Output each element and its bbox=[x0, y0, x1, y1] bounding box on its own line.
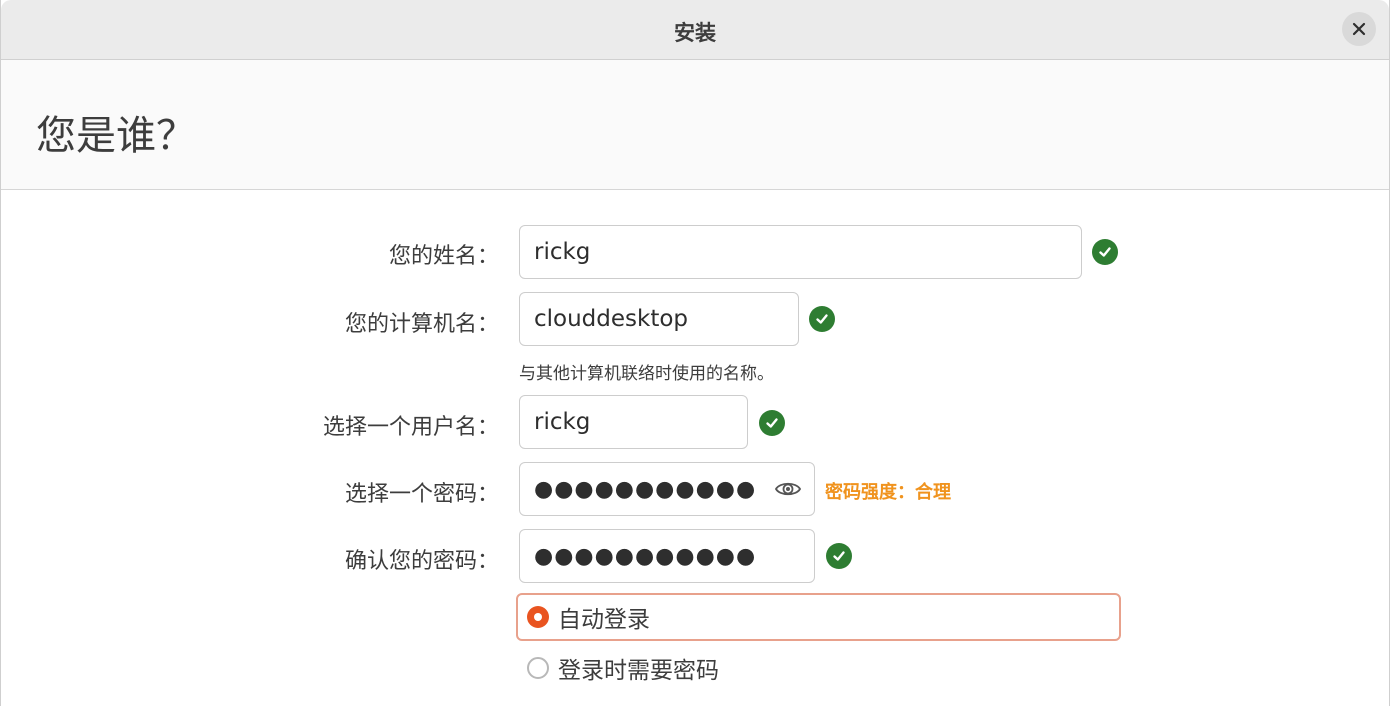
username-value: rickg bbox=[534, 409, 591, 435]
require-password-label: 登录时需要密码 bbox=[558, 658, 719, 684]
title-bar: 安装 bbox=[1, 0, 1389, 60]
auto-login-option[interactable]: 自动登录 bbox=[516, 593, 1121, 641]
eye-icon[interactable] bbox=[774, 477, 802, 501]
name-value: rickg bbox=[534, 239, 591, 265]
checkmark-icon bbox=[816, 314, 828, 324]
computer-name-field[interactable]: clouddesktop bbox=[519, 292, 799, 346]
close-button[interactable] bbox=[1342, 12, 1376, 46]
confirm-password-label: 确认您的密码： bbox=[344, 549, 499, 574]
username-field[interactable]: rickg bbox=[519, 395, 748, 449]
computer-name-valid-indicator bbox=[809, 306, 835, 332]
name-label: 您的姓名： bbox=[388, 244, 499, 269]
require-password-radio[interactable] bbox=[527, 657, 549, 679]
computer-name-value: clouddesktop bbox=[534, 306, 689, 332]
page-header: 您是谁？ bbox=[1, 60, 1389, 190]
page-title: 您是谁？ bbox=[36, 113, 196, 159]
confirm-password-field[interactable]: ●●●●●●●●●●● bbox=[519, 529, 815, 583]
checkmark-icon bbox=[1099, 247, 1111, 257]
checkmark-icon bbox=[833, 551, 845, 561]
password-field[interactable]: ●●●●●●●●●●● bbox=[519, 462, 815, 516]
password-value: ●●●●●●●●●●● bbox=[534, 476, 757, 502]
require-password-option[interactable]: 登录时需要密码 bbox=[516, 644, 719, 692]
installer-window: 安装 您是谁？ 您的姓名： rickg 您的计算机名： clouddesktop… bbox=[0, 0, 1390, 706]
checkmark-icon bbox=[766, 418, 778, 428]
name-field[interactable]: rickg bbox=[519, 225, 1082, 279]
username-label: 选择一个用户名： bbox=[322, 415, 499, 440]
password-label: 选择一个密码： bbox=[344, 482, 499, 507]
username-valid-indicator bbox=[759, 410, 785, 436]
auto-login-radio[interactable] bbox=[527, 606, 549, 628]
confirm-password-valid-indicator bbox=[826, 543, 852, 569]
password-strength: 密码强度：合理 bbox=[825, 482, 951, 503]
name-valid-indicator bbox=[1092, 239, 1118, 265]
close-icon bbox=[1352, 22, 1366, 36]
window-title: 安装 bbox=[674, 21, 716, 45]
computer-name-hint: 与其他计算机联络时使用的名称。 bbox=[519, 364, 774, 384]
confirm-password-value: ●●●●●●●●●●● bbox=[534, 543, 757, 569]
computer-name-label: 您的计算机名： bbox=[344, 312, 499, 337]
auto-login-label: 自动登录 bbox=[558, 607, 650, 633]
